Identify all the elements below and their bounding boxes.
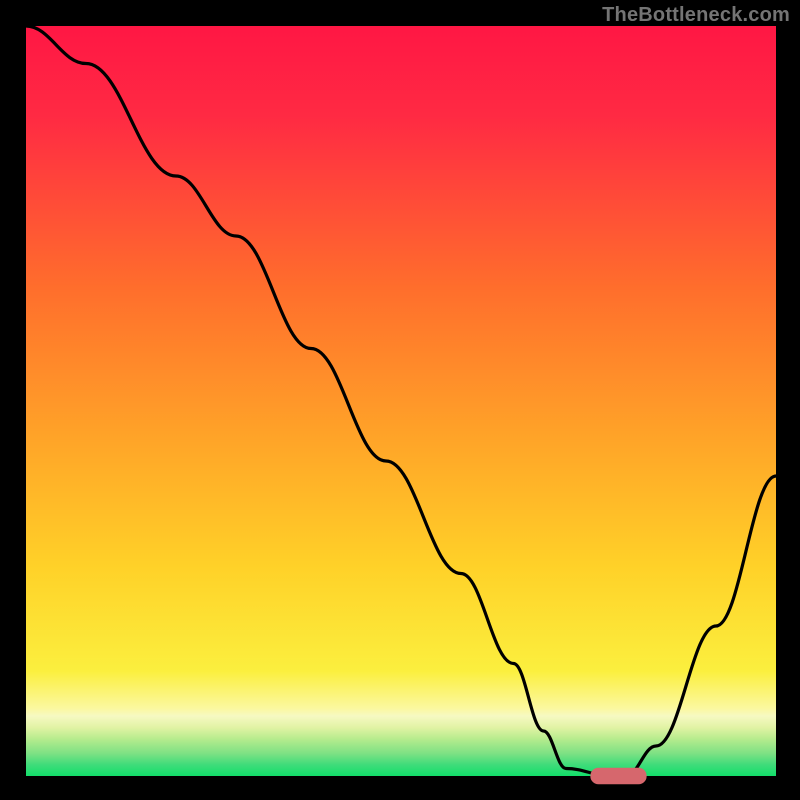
chart-container: TheBottleneck.com <box>0 0 800 800</box>
gradient-bg <box>26 26 776 776</box>
chart-svg <box>0 0 800 800</box>
optimum-marker <box>590 768 646 785</box>
branding-label: TheBottleneck.com <box>602 4 790 27</box>
plot-area <box>26 26 776 784</box>
